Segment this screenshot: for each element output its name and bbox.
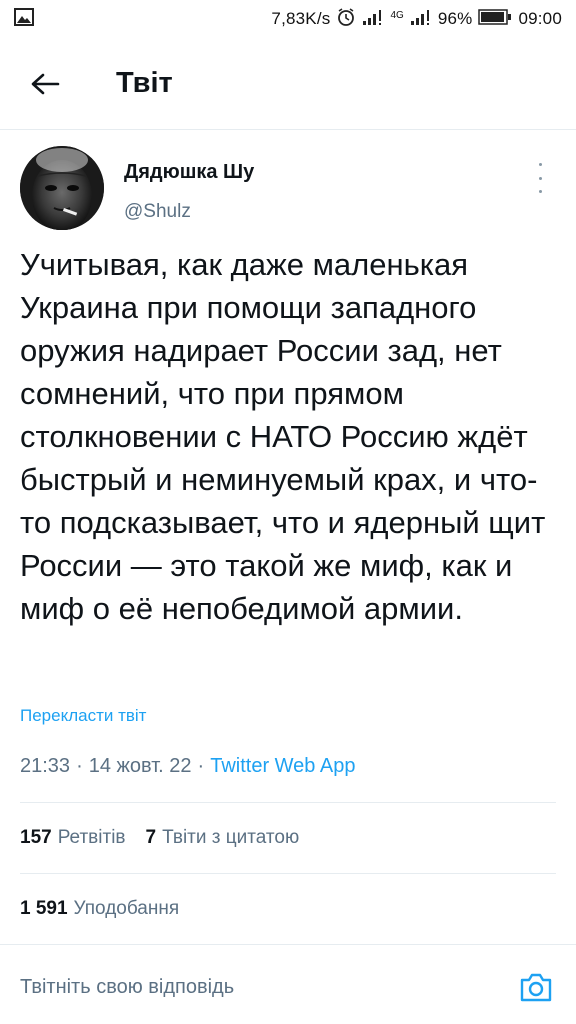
author-handle[interactable]: @Shulz — [124, 201, 191, 223]
retweets-label: Ретвітів — [57, 827, 126, 848]
back-button[interactable] — [20, 59, 70, 109]
quotes-count: 7 — [145, 827, 157, 848]
arrow-left-icon — [31, 73, 60, 94]
divider — [20, 873, 556, 874]
translate-tweet-link[interactable]: Перекласти твіт — [20, 706, 146, 726]
tweet-time[interactable]: 21:33 — [20, 755, 70, 778]
tweet-meta: 21:33 · 14 жовт. 22 · Twitter Web App — [20, 755, 355, 778]
meta-separator: · — [76, 755, 83, 777]
more-dot — [538, 176, 542, 180]
signal-strength-icon — [362, 8, 384, 31]
quote-tweets-stat[interactable]: 7 Твіти з цитатою — [146, 827, 300, 849]
more-options-button[interactable] — [528, 163, 552, 193]
camera-icon — [520, 973, 552, 1002]
avatar[interactable] — [20, 146, 104, 230]
network-speed: 7,83K/s — [271, 9, 331, 28]
page-title: Твіт — [116, 67, 173, 99]
battery-icon — [478, 8, 512, 30]
gallery-notification-icon — [14, 7, 34, 31]
clock-time: 09:00 — [518, 9, 562, 28]
tweet-source-link[interactable]: Twitter Web App — [210, 755, 355, 778]
tweet-text: Учитывая, как даже маленькая Украина при… — [20, 247, 546, 626]
reply-bar — [0, 950, 576, 1024]
camera-button[interactable] — [516, 967, 556, 1007]
more-dot — [538, 190, 542, 193]
likes-stat[interactable]: 1 591 Уподобання — [20, 898, 179, 920]
divider — [0, 944, 576, 945]
alarm-clock-icon — [336, 7, 356, 32]
tweet-date[interactable]: 14 жовт. 22 — [89, 755, 192, 778]
author-name[interactable]: Дядюшка Шу — [124, 161, 254, 184]
retweets-count: 157 — [20, 827, 52, 848]
meta-separator: · — [197, 755, 205, 777]
more-dots-icon — [538, 163, 542, 166]
status-bar: 7,83K/s 4G 96% 09:00 — [0, 0, 576, 38]
divider — [20, 802, 556, 803]
quotes-label: Твіти з цитатою — [162, 827, 300, 848]
author-row: Дядюшка Шу @Shulz — [0, 131, 576, 241]
network-type-4g: 4G — [390, 9, 404, 21]
likes-count: 1 591 — [20, 898, 68, 919]
top-app-bar: Твіт — [0, 38, 576, 130]
tweet-detail: Дядюшка Шу @Shulz Учитывая, как даже мал… — [0, 131, 576, 777]
likes-label: Уподобання — [73, 898, 180, 919]
reply-input[interactable] — [20, 975, 516, 999]
battery-percent: 96% — [437, 9, 473, 28]
signal-strength-icon-2 — [410, 8, 432, 31]
retweet-stats-row: 157 Ретвітів 7 Твіти з цитатою — [20, 827, 299, 849]
retweets-stat[interactable]: 157 Ретвітів — [20, 827, 126, 849]
likes-stats-row: 1 591 Уподобання — [20, 898, 179, 920]
